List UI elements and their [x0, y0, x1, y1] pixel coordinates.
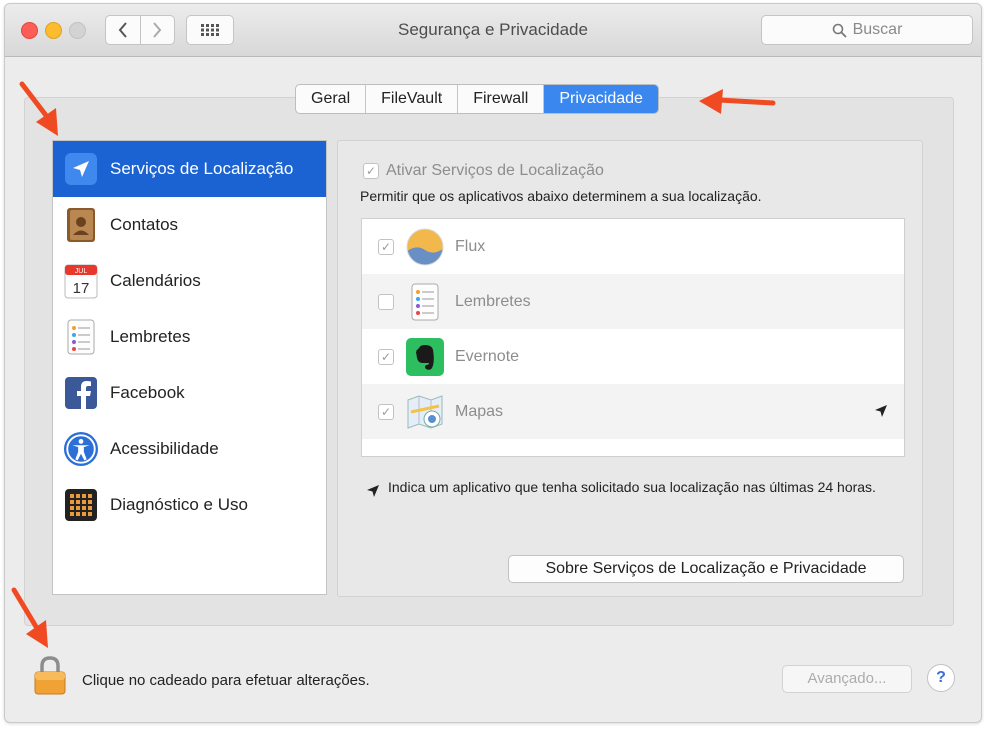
tab-filevault[interactable]: FileVault	[366, 85, 459, 113]
location-note: Indica um aplicativo que tenha solicitad…	[366, 478, 886, 503]
location-note-text: Indica um aplicativo que tenha solicitad…	[388, 479, 876, 495]
search-icon	[832, 23, 847, 38]
sidebar-item-label: Contatos	[110, 215, 179, 234]
about-location-privacy-button[interactable]: Sobre Serviços de Localização e Privacid…	[508, 555, 904, 583]
app-list: ✓ Flux Lembretes ✓ Evernote ✓ Mapas	[361, 218, 905, 457]
reminders-icon	[63, 319, 99, 355]
calendar-icon: JUL 17	[63, 263, 99, 299]
sidebar-item-label: Serviços de Localização	[110, 159, 294, 178]
enable-location-checkbox[interactable]: ✓	[363, 163, 379, 179]
app-checkbox[interactable]: ✓	[378, 238, 394, 255]
sidebar-item-facebook[interactable]: Facebook	[53, 365, 326, 421]
title-bar: Segurança e Privacidade Buscar	[5, 4, 981, 57]
app-checkbox[interactable]: ✓	[378, 403, 394, 420]
list-item[interactable]: ✓ Evernote	[362, 329, 904, 384]
app-name: Evernote	[455, 347, 520, 365]
facebook-icon	[63, 375, 99, 411]
app-name: Mapas	[455, 402, 504, 420]
location-description: Permitir que os aplicativos abaixo deter…	[360, 188, 762, 204]
sidebar-item-label: Lembretes	[110, 327, 191, 346]
search-placeholder: Buscar	[852, 21, 903, 38]
diagnostics-icon	[63, 487, 99, 523]
enable-location-label: Ativar Serviços de Localização	[386, 162, 604, 179]
tab-bar: Geral FileVault Firewall Privacidade	[295, 84, 659, 114]
sidebar-item-label: Acessibilidade	[110, 439, 219, 458]
location-arrow-icon	[63, 151, 99, 187]
list-item[interactable]: ✓ Flux	[362, 219, 904, 274]
tab-geral[interactable]: Geral	[296, 85, 367, 113]
flux-icon	[405, 227, 445, 267]
sidebar-item-diagnostics[interactable]: Diagnóstico e Uso	[53, 477, 326, 533]
help-button[interactable]: ?	[927, 664, 955, 692]
contacts-icon	[63, 207, 99, 243]
sidebar-item-label: Diagnóstico e Uso	[110, 495, 248, 514]
sidebar-item-accessibility[interactable]: Acessibilidade	[53, 421, 326, 477]
accessibility-icon	[63, 431, 99, 467]
reminders-icon	[405, 282, 445, 322]
tab-firewall[interactable]: Firewall	[458, 85, 545, 113]
app-name: Lembretes	[455, 292, 531, 310]
tab-privacidade[interactable]: Privacidade	[544, 85, 658, 113]
sidebar-item-contacts[interactable]: Contatos	[53, 197, 326, 253]
privacy-sidebar: Serviços de Localização Contatos JUL 17 C…	[52, 140, 327, 595]
recent-location-arrow-icon	[875, 405, 887, 417]
list-item[interactable]: ✓ Mapas	[362, 384, 904, 439]
sidebar-item-location-services[interactable]: Serviços de Localização	[53, 141, 326, 197]
list-item[interactable]: Lembretes	[362, 274, 904, 329]
evernote-icon	[405, 337, 445, 377]
annotation-arrow-tabs	[699, 89, 776, 114]
calendar-day-text: 17	[73, 280, 90, 297]
maps-icon	[405, 392, 445, 432]
annotation-arrow-sidebar	[19, 81, 58, 136]
sidebar-item-label: Calendários	[110, 271, 201, 290]
annotation-arrow-lock	[11, 587, 48, 648]
sidebar-item-calendars[interactable]: JUL 17 Calendários	[53, 253, 326, 309]
sidebar-item-reminders[interactable]: Lembretes	[53, 309, 326, 365]
lock-instructions: Clique no cadeado para efetuar alteraçõe…	[82, 672, 370, 689]
enable-location-services[interactable]: ✓ Ativar Serviços de Localização	[363, 162, 604, 180]
sidebar-item-label: Facebook	[110, 383, 185, 402]
location-arrow-legend-icon	[367, 485, 379, 497]
app-checkbox[interactable]: ✓	[378, 348, 394, 365]
app-name: Flux	[455, 237, 486, 255]
lock-icon[interactable]	[33, 655, 67, 700]
calendar-month-text: JUL	[75, 268, 88, 275]
app-checkbox[interactable]	[378, 293, 394, 310]
search-field[interactable]: Buscar	[761, 15, 973, 45]
advanced-button[interactable]: Avançado...	[782, 665, 912, 693]
